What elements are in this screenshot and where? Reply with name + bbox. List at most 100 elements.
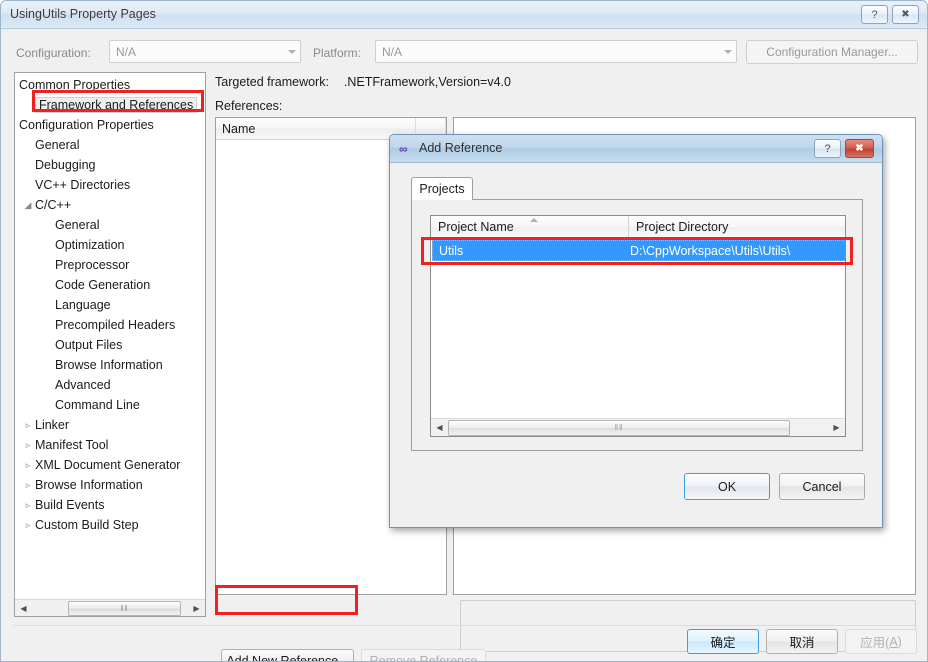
sidebar-item-label: Preprocessor bbox=[55, 258, 130, 272]
expander-collapsed-icon[interactable]: ▹ bbox=[21, 480, 35, 491]
add-reference-dialog: ∞ Add Reference ? ✖ Projects Project Nam… bbox=[389, 134, 883, 528]
sidebar-item-c-c[interactable]: ◢ C/C++ bbox=[15, 195, 205, 215]
sidebar-item-code-generation[interactable]: Code Generation bbox=[15, 275, 205, 295]
column-header-project-name-text: Project Name bbox=[438, 220, 514, 234]
sidebar-item-build-events[interactable]: ▹ Build Events bbox=[15, 495, 205, 515]
sidebar-item-label: Debugging bbox=[35, 158, 96, 172]
ok-button[interactable]: 确定 bbox=[687, 629, 759, 654]
infinity-icon: ∞ bbox=[399, 142, 408, 156]
tab-projects[interactable]: Projects bbox=[411, 177, 473, 200]
cell-project-directory: D:\CppWorkspace\Utils\Utils\ bbox=[630, 243, 791, 258]
sidebar-item-label: VC++ Directories bbox=[35, 178, 131, 192]
sidebar-item-precompiled-headers[interactable]: Precompiled Headers bbox=[15, 315, 205, 335]
tree-scroll-track[interactable]: ‖‖ bbox=[32, 600, 188, 616]
sidebar-item-configuration-properties[interactable]: Configuration Properties bbox=[15, 115, 205, 135]
sidebar-item-label: General bbox=[55, 218, 100, 232]
column-header-project-directory-text: Project Directory bbox=[636, 220, 729, 234]
targeted-framework-value: .NETFramework,Version=v4.0 bbox=[343, 75, 511, 89]
configuration-label-text: Configuration: bbox=[16, 46, 91, 60]
sidebar-item-label: Optimization bbox=[55, 238, 125, 252]
add-reference-ok-button[interactable]: OK bbox=[684, 473, 770, 500]
help-icon[interactable]: ? bbox=[814, 139, 841, 158]
footer-divider bbox=[13, 625, 916, 626]
sidebar-item-label: Common Properties bbox=[19, 78, 131, 92]
window-title: UsingUtils Property Pages bbox=[10, 7, 156, 21]
sidebar-item-browse-information[interactable]: ▹ Browse Information bbox=[15, 475, 205, 495]
scroll-left-icon[interactable]: ◀ bbox=[431, 420, 448, 436]
sidebar-item-custom-build-step[interactable]: ▹ Custom Build Step bbox=[15, 515, 205, 535]
tree-scroll-thumb[interactable]: ‖‖ bbox=[68, 600, 181, 616]
sidebar-item-browse-information[interactable]: Browse Information bbox=[15, 355, 205, 375]
sidebar-item-label: Custom Build Step bbox=[35, 518, 139, 532]
expander-collapsed-icon[interactable]: ▹ bbox=[21, 460, 35, 471]
projects-scroll-track[interactable]: ‖‖ bbox=[448, 419, 828, 436]
cell-project-name: Utils bbox=[439, 243, 464, 258]
sidebar-item-label: Configuration Properties bbox=[19, 118, 154, 132]
sidebar-item-output-files[interactable]: Output Files bbox=[15, 335, 205, 355]
sidebar-item-label: Framework and References bbox=[35, 97, 198, 113]
sidebar-item-advanced[interactable]: Advanced bbox=[15, 375, 205, 395]
sidebar-item-optimization[interactable]: Optimization bbox=[15, 235, 205, 255]
chevron-down-icon[interactable] bbox=[283, 41, 300, 62]
properties-tree[interactable]: Common Properties Framework and Reference… bbox=[14, 72, 206, 617]
projects-scroll-thumb[interactable]: ‖‖ bbox=[448, 419, 790, 436]
sidebar-item-common-properties[interactable]: Common Properties bbox=[15, 75, 205, 95]
sidebar-item-general[interactable]: General bbox=[15, 215, 205, 235]
tree-horizontal-scrollbar[interactable]: ◀ ‖‖ ▶ bbox=[15, 599, 205, 616]
configuration-manager-button[interactable]: Configuration Manager... bbox=[746, 40, 918, 64]
sidebar-item-manifest-tool[interactable]: ▹ Manifest Tool bbox=[15, 435, 205, 455]
platform-label: Platform: bbox=[313, 46, 361, 60]
sidebar-item-general[interactable]: General bbox=[15, 135, 205, 155]
configuration-value: N/A bbox=[116, 44, 137, 59]
column-header-name[interactable]: Name bbox=[216, 118, 416, 139]
add-reference-titlebar: ∞ Add Reference ? ✖ bbox=[390, 135, 882, 163]
expander-collapsed-icon[interactable]: ▹ bbox=[21, 500, 35, 511]
sidebar-item-debugging[interactable]: Debugging bbox=[15, 155, 205, 175]
expander-collapsed-icon[interactable]: ▹ bbox=[21, 440, 35, 451]
sidebar-item-framework-and-references[interactable]: Framework and References bbox=[15, 95, 205, 115]
scroll-right-icon[interactable]: ▶ bbox=[828, 420, 845, 436]
add-new-reference-button[interactable]: Add New Reference... bbox=[221, 649, 354, 661]
sidebar-item-xml-document-generator[interactable]: ▹ XML Document Generator bbox=[15, 455, 205, 475]
sidebar-item-command-line[interactable]: Command Line bbox=[15, 395, 205, 415]
expander-collapsed-icon[interactable]: ▹ bbox=[21, 520, 35, 531]
scroll-left-icon[interactable]: ◀ bbox=[15, 601, 32, 616]
chevron-down-icon[interactable] bbox=[719, 41, 736, 62]
tab-panel-projects: Project Name Project Directory Utils D:\… bbox=[411, 199, 863, 451]
sidebar-item-preprocessor[interactable]: Preprocessor bbox=[15, 255, 205, 275]
sidebar-item-language[interactable]: Language bbox=[15, 295, 205, 315]
table-row[interactable]: Utils D:\CppWorkspace\Utils\Utils\ bbox=[432, 240, 845, 261]
close-icon[interactable]: ✖ bbox=[892, 5, 919, 24]
apply-button-prefix: 应用( bbox=[860, 636, 890, 650]
platform-label-text: Platform: bbox=[313, 46, 362, 60]
projects-listview[interactable]: Project Name Project Directory Utils D:\… bbox=[430, 215, 846, 437]
apply-button-suffix: ) bbox=[897, 634, 902, 649]
projects-horizontal-scrollbar[interactable]: ◀ ‖‖ ▶ bbox=[431, 418, 845, 436]
sidebar-item-label: Advanced bbox=[55, 378, 111, 392]
sidebar-item-vc-directories[interactable]: VC++ Directories bbox=[15, 175, 205, 195]
projects-listview-header: Project Name Project Directory bbox=[431, 216, 845, 239]
help-icon[interactable]: ? bbox=[861, 5, 888, 24]
targeted-framework-label: Targeted framework: bbox=[215, 75, 329, 89]
expander-collapsed-icon[interactable]: ▹ bbox=[21, 420, 35, 431]
sidebar-item-label: Browse Information bbox=[55, 358, 163, 372]
sidebar-item-linker[interactable]: ▹ Linker bbox=[15, 415, 205, 435]
expander-expanded-icon[interactable]: ◢ bbox=[21, 200, 35, 211]
window-titlebar: UsingUtils Property Pages ? ✖ bbox=[1, 1, 927, 29]
apply-button: 应用(A) bbox=[845, 629, 917, 654]
column-header-project-name[interactable]: Project Name bbox=[431, 216, 629, 238]
sort-ascending-icon bbox=[529, 218, 538, 222]
configuration-combobox[interactable]: N/A bbox=[109, 40, 301, 63]
scroll-right-icon[interactable]: ▶ bbox=[188, 601, 205, 616]
close-icon[interactable]: ✖ bbox=[845, 139, 874, 158]
sidebar-item-label: Manifest Tool bbox=[35, 438, 109, 452]
sidebar-item-label: Output Files bbox=[55, 338, 123, 352]
sidebar-item-label: Build Events bbox=[35, 498, 105, 512]
sidebar-item-label: C/C++ bbox=[35, 198, 72, 212]
cancel-button[interactable]: 取消 bbox=[766, 629, 838, 654]
platform-combobox[interactable]: N/A bbox=[375, 40, 737, 63]
configuration-label: Configuration: bbox=[16, 46, 91, 60]
add-reference-cancel-button[interactable]: Cancel bbox=[779, 473, 865, 500]
column-header-project-directory[interactable]: Project Directory bbox=[629, 216, 845, 238]
add-reference-tabs: Projects Project Name Project Directory bbox=[411, 177, 863, 451]
